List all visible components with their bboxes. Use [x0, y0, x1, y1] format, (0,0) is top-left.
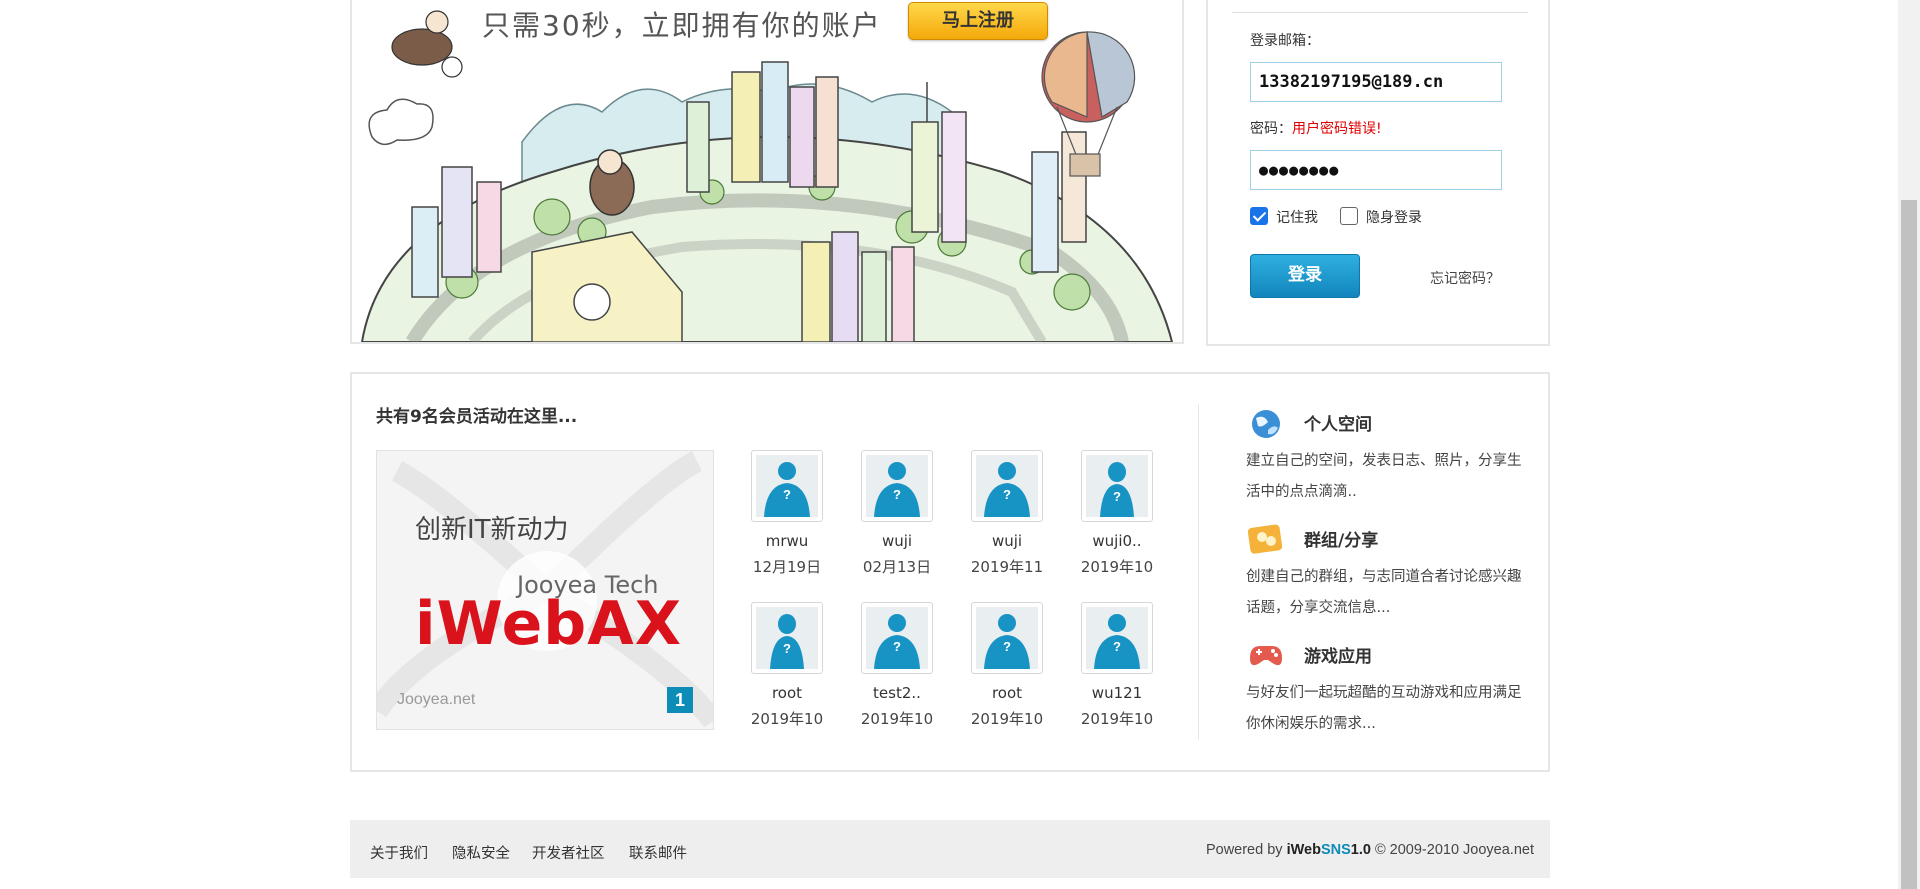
member-item[interactable]: ? root 2019年10 [952, 602, 1062, 729]
scrollbar-thumb[interactable] [1901, 200, 1917, 889]
ad-site: Jooyea.net [397, 691, 476, 708]
member-name[interactable]: root [732, 684, 842, 702]
group-icon [1247, 524, 1283, 554]
invisible-login-checkbox[interactable] [1340, 207, 1358, 225]
member-item[interactable]: ? wuji 02月13日 [842, 450, 952, 577]
brand-iweb: iWeb [1286, 842, 1321, 858]
feature-description: 与好友们一起玩超酷的互动游戏和应用满足你休闲娱乐的需求... [1246, 685, 1522, 732]
member-date: 2019年10 [1080, 710, 1154, 728]
member-name[interactable]: root [952, 684, 1062, 702]
members-panel: 共有9名会员活动在这里... 创新IT新动力 Jooyea Tech iWebA… [350, 372, 1550, 772]
ad-slogan: 创新IT新动力 [415, 515, 569, 545]
divider [1232, 12, 1528, 13]
globe-icon [1252, 410, 1280, 438]
brand-version: 1.0 [1350, 842, 1371, 858]
divider [1198, 404, 1199, 740]
email-label: 登录邮箱： [1250, 33, 1320, 49]
register-button[interactable]: 马上注册 [908, 2, 1048, 40]
footer-link-about[interactable]: 关于我们 [370, 842, 428, 863]
password-field[interactable]: ●●●●●●●● [1250, 150, 1502, 190]
svg-text:?: ? [893, 639, 901, 654]
member-date: 2019年10 [1080, 558, 1154, 576]
feature-title: 个人空间 [1304, 415, 1372, 435]
remember-me-checkbox[interactable] [1250, 207, 1268, 225]
member-name[interactable]: wuji0.. [1062, 532, 1172, 550]
ad-page-indicator[interactable]: 1 [667, 687, 693, 713]
female-avatar-icon[interactable]: ? [751, 602, 823, 674]
member-name[interactable]: wuji [842, 532, 952, 550]
remember-me-label[interactable]: 记住我 [1276, 207, 1318, 227]
powered-prefix: Powered by [1205, 842, 1287, 858]
invisible-login-label[interactable]: 隐身登录 [1366, 207, 1422, 227]
ad-logo: iWebAX [415, 589, 682, 659]
login-button[interactable]: 登录 [1250, 254, 1360, 298]
brand-sns: SNS [1320, 842, 1351, 858]
footer-link-privacy[interactable]: 隐私安全 [452, 842, 510, 863]
password-label-row: 密码：用户密码错误! [1250, 118, 1382, 138]
copyright: © 2009-2010 Jooyea.net [1370, 842, 1534, 858]
member-date: 2019年10 [750, 710, 824, 728]
forgot-password-link[interactable]: 忘记密码？ [1430, 268, 1500, 288]
male-avatar-icon[interactable]: ? [971, 602, 1043, 674]
male-avatar-icon[interactable]: ? [751, 450, 823, 522]
member-name[interactable]: test2.. [842, 684, 952, 702]
password-label: 密码： [1250, 121, 1292, 137]
svg-text:?: ? [783, 487, 791, 502]
email-field[interactable]: 13382197195@189.cn [1250, 62, 1502, 102]
member-item[interactable]: ? wu121 2019年10 [1062, 602, 1172, 729]
member-name[interactable]: mrwu [732, 532, 842, 550]
member-name[interactable]: wuji [952, 532, 1062, 550]
feature-title: 群组/分享 [1304, 531, 1379, 551]
member-item[interactable]: ? root 2019年10 [732, 602, 842, 729]
member-date: 2019年10 [970, 710, 1044, 728]
svg-text:?: ? [1113, 639, 1121, 654]
svg-text:?: ? [1113, 489, 1121, 504]
feature-title: 游戏应用 [1304, 647, 1372, 667]
member-date: 02月13日 [862, 558, 932, 576]
svg-text:?: ? [783, 641, 791, 656]
members-title: 共有9名会员活动在这里... [376, 407, 578, 427]
male-avatar-icon[interactable]: ? [1081, 602, 1153, 674]
gamepad-icon [1250, 646, 1282, 666]
female-avatar-icon[interactable]: ? [1081, 450, 1153, 522]
member-date: 2019年11 [970, 558, 1044, 576]
member-date: 12月19日 [752, 558, 822, 576]
member-item[interactable]: ? mrwu 12月19日 [732, 450, 842, 577]
svg-text:?: ? [893, 487, 901, 502]
svg-text:?: ? [1003, 487, 1011, 502]
member-name[interactable]: wu121 [1062, 684, 1172, 702]
signup-tagline: 只需30秒，立即拥有你的账户 [482, 9, 882, 42]
city-illustration [360, 10, 1174, 342]
login-panel: 登录邮箱： 13382197195@189.cn 密码：用户密码错误! ●●●●… [1206, 0, 1550, 346]
footer-link-developers[interactable]: 开发者社区 [532, 842, 605, 863]
member-item[interactable]: ? wuji0.. 2019年10 [1062, 450, 1172, 577]
footer-link-contact[interactable]: 联系邮件 [629, 842, 687, 863]
svg-text:?: ? [1003, 639, 1011, 654]
ad-banner[interactable]: 创新IT新动力 Jooyea Tech iWebAX Jooyea.net 1 [376, 450, 714, 730]
feature-description: 创建自己的群组，与志同道合者讨论感兴趣话题，分享交流信息... [1246, 569, 1522, 616]
male-avatar-icon[interactable]: ? [861, 602, 933, 674]
password-error-message: 用户密码错误! [1292, 121, 1382, 137]
member-date: 2019年10 [860, 710, 934, 728]
member-item[interactable]: ? test2.. 2019年10 [842, 602, 952, 729]
register-banner: 只需30秒，立即拥有你的账户 马上注册 [350, 0, 1184, 344]
powered-by: Powered by iWebSNS1.0 © 2009-2010 Jooyea… [1206, 842, 1534, 858]
male-avatar-icon[interactable]: ? [971, 450, 1043, 522]
member-item[interactable]: ? wuji 2019年11 [952, 450, 1062, 577]
footer: 关于我们 隐私安全 开发者社区 联系邮件 Powered by iWebSNS1… [350, 820, 1550, 878]
feature-description: 建立自己的空间，发表日志、照片，分享生活中的点点滴滴.. [1246, 453, 1522, 500]
male-avatar-icon[interactable]: ? [861, 450, 933, 522]
